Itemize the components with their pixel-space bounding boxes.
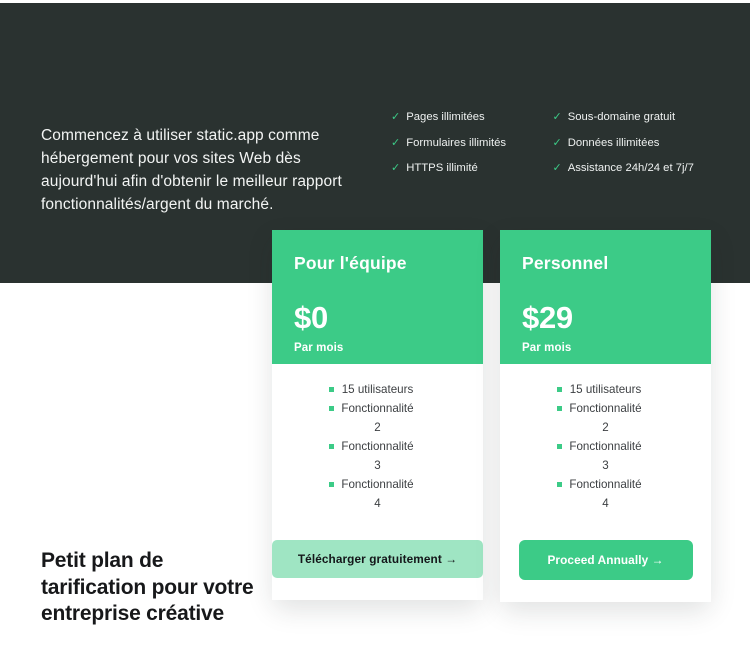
feature-column-right: ✓ Sous-domaine gratuit ✓ Données illimit… [552,111,711,175]
square-bullet-icon [328,482,334,487]
pricing-card-header: Pour l'équipe $0 Par mois [272,230,483,364]
check-icon: ✓ [552,136,562,149]
feature-item: ✓ Assistance 24h/24 et 7j/7 [552,162,711,175]
list-item: Fonctionnalité 4 [328,475,416,513]
hero-description: Commencez à utiliser static.app comme hé… [41,126,342,213]
list-item: Fonctionnalité 3 [556,437,644,475]
square-bullet-icon [328,444,334,449]
check-icon: ✓ [391,136,401,149]
square-bullet-icon [556,406,562,411]
list-item: 15 utilisateurs [556,380,644,399]
list-item: Fonctionnalité 3 [328,437,416,475]
plan-feature-label: Fonctionnalité 3 [569,440,642,472]
square-bullet-icon [328,406,334,411]
feature-label: Données illimitées [567,136,660,149]
square-bullet-icon [556,387,562,392]
hero-feature-list: ✓ Pages illimitées ✓ Formulaires illimit… [391,111,711,175]
feature-label: Pages illimitées [406,111,485,123]
list-item: 15 utilisateurs [328,380,416,399]
pricing-card-body: 15 utilisateurs Fonctionnalité 2 Fonctio… [272,364,483,600]
check-icon: ✓ [552,111,562,123]
pricing-card-body: 15 utilisateurs Fonctionnalité 2 Fonctio… [500,364,711,602]
download-free-button[interactable]: Télécharger gratuitement → [272,540,483,578]
plan-feature-list: 15 utilisateurs Fonctionnalité 2 Fonctio… [328,380,416,513]
pricing-page: Commencez à utiliser static.app comme hé… [0,0,750,659]
feature-label: Sous-domaine gratuit [567,111,676,123]
feature-item: ✓ Pages illimitées [391,111,552,124]
plan-feature-label: 15 utilisateurs [341,383,414,396]
list-item: Fonctionnalité 4 [556,475,644,513]
plan-name: Personnel [522,253,609,273]
feature-label: Formulaires illimités [406,136,507,149]
plan-period: Par mois [522,342,572,354]
plan-feature-label: Fonctionnalité 4 [569,478,642,510]
plan-price: $0 [294,300,328,335]
pricing-card-personal: Personnel $29 Par mois 15 utilisateurs F… [500,230,711,602]
plan-feature-label: 15 utilisateurs [569,383,642,396]
feature-item: ✓ Formulaires illimités [391,137,552,150]
plan-feature-label: Fonctionnalité 4 [341,478,414,510]
pricing-card-header: Personnel $29 Par mois [500,230,711,364]
page-title: Petit plan de tarification pour votre en… [41,549,254,626]
plan-name: Pour l'équipe [294,253,407,273]
check-icon: ✓ [552,162,562,174]
proceed-annually-button[interactable]: Proceed Annually → [518,540,693,580]
feature-label: HTTPS illimité [406,162,478,174]
square-bullet-icon [556,444,562,449]
feature-column-left: ✓ Pages illimitées ✓ Formulaires illimit… [391,111,552,175]
plan-price: $29 [522,300,573,335]
square-bullet-icon [556,482,562,487]
list-item: Fonctionnalité 2 [556,399,644,437]
square-bullet-icon [328,387,334,392]
feature-item: ✓ HTTPS illimité [391,162,552,175]
check-icon: ✓ [391,162,401,174]
plan-feature-label: Fonctionnalité 2 [569,402,642,434]
feature-item: ✓ Sous-domaine gratuit [552,111,711,124]
check-icon: ✓ [391,111,401,123]
plan-period: Par mois [294,342,344,354]
feature-item: ✓ Données illimitées [552,137,711,150]
plan-feature-label: Fonctionnalité 2 [341,402,414,434]
plan-feature-list: 15 utilisateurs Fonctionnalité 2 Fonctio… [556,380,644,513]
plan-feature-label: Fonctionnalité 3 [341,440,414,472]
list-item: Fonctionnalité 2 [328,399,416,437]
pricing-card-team: Pour l'équipe $0 Par mois 15 utilisateur… [272,230,483,600]
feature-label: Assistance 24h/24 et 7j/7 [567,162,694,174]
